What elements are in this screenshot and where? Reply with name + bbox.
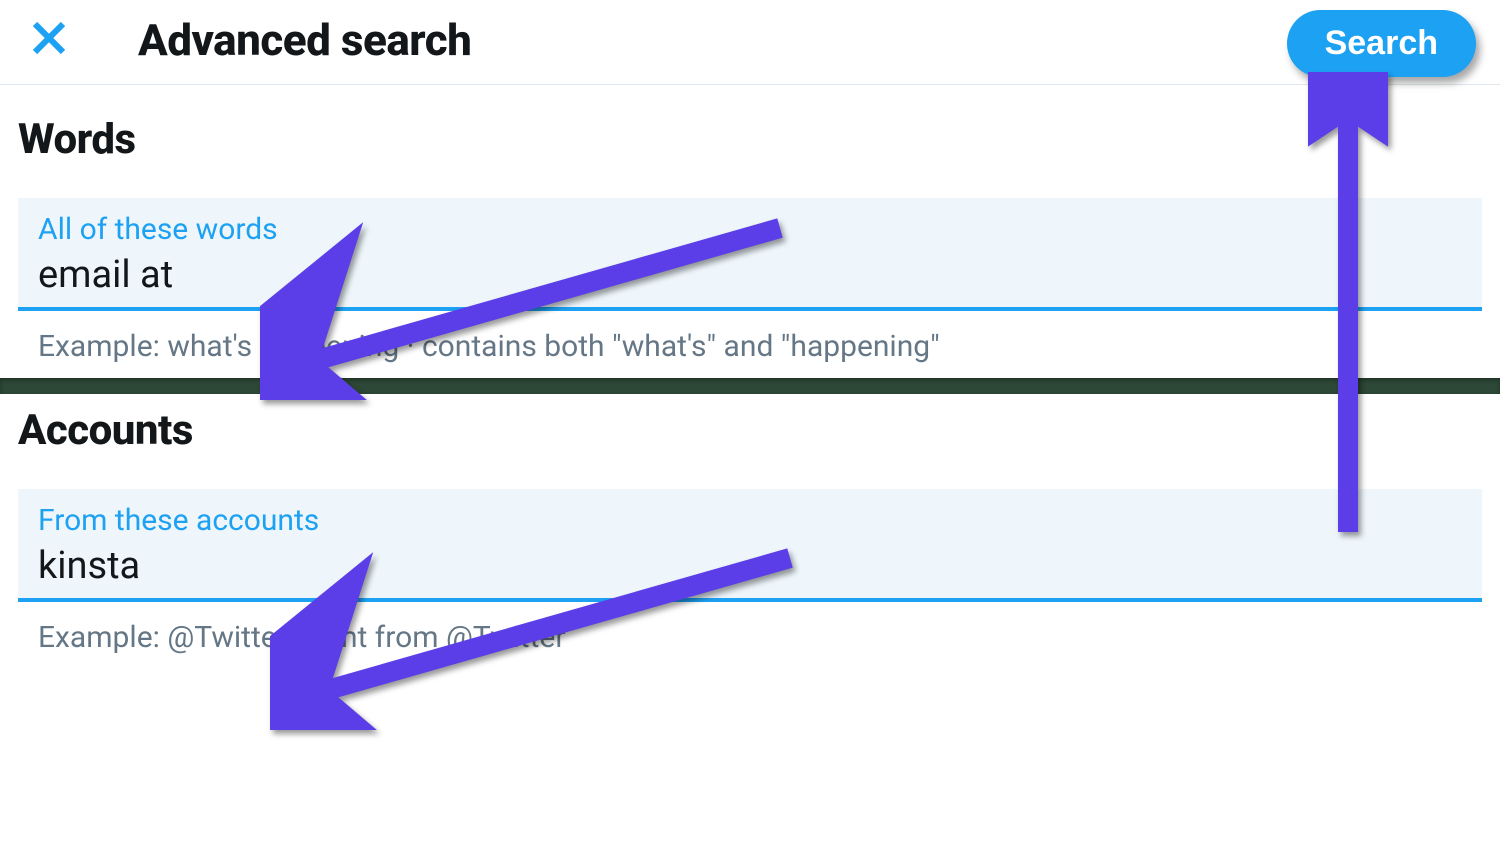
accounts-example-text: Example: @Twitter · sent from @Twitter [0,602,1500,669]
words-section: Words All of these words Example: what's… [0,85,1500,378]
from-accounts-label: From these accounts [38,503,1462,538]
words-section-title: Words [0,85,1500,176]
search-button[interactable]: Search [1287,10,1476,77]
all-words-input[interactable] [38,251,1462,301]
from-accounts-input[interactable] [38,542,1462,592]
close-icon[interactable] [28,17,70,63]
all-words-field-container: All of these words [18,198,1482,311]
from-accounts-field-container: From these accounts [18,489,1482,602]
section-divider [0,378,1500,394]
page-title: Advanced search [138,14,471,66]
accounts-section-title: Accounts [0,394,1500,467]
modal-header: Advanced search Search [0,0,1500,85]
words-example-text: Example: what's happening · contains bot… [0,311,1500,378]
accounts-section: Accounts From these accounts Example: @T… [0,394,1500,669]
all-words-label: All of these words [38,212,1462,247]
